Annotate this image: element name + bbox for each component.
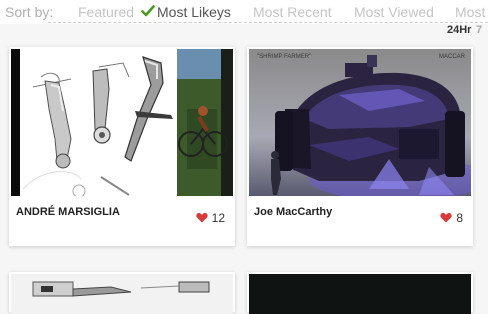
artist-name[interactable]: Joe MacCarthy [254, 206, 332, 218]
sort-option-most[interactable]: Most [455, 4, 485, 20]
time-filter-24hr[interactable]: 24Hr [447, 24, 471, 36]
time-filter-7[interactable]: 7 [476, 24, 482, 36]
like-count[interactable]: 12 [196, 211, 225, 225]
mechanical-sketch-illustration[interactable] [11, 274, 233, 314]
heart-icon [440, 213, 452, 223]
sort-bar: Sort by: Featured Most Likeys Most Recen… [0, 0, 488, 24]
check-icon [141, 5, 155, 17]
sort-label: Sort by: [5, 4, 54, 20]
like-count-value: 12 [211, 211, 225, 225]
time-filter: 24Hr 7 [447, 24, 488, 40]
sort-option-most-likeys[interactable]: Most Likeys [157, 4, 231, 20]
like-count[interactable]: 8 [440, 211, 463, 225]
robot-vehicle-illustration[interactable]: "SHRIMP FARMER" MACCAR [249, 49, 471, 196]
bike-parts-illustration[interactable] [11, 49, 233, 196]
sort-divider [48, 22, 488, 23]
image-caption-right: MACCAR [439, 54, 466, 60]
artwork-card[interactable] [9, 272, 235, 314]
sort-option-featured[interactable]: Featured [78, 4, 134, 20]
sort-option-most-recent[interactable]: Most Recent [253, 4, 332, 20]
artwork-card[interactable]: "SHRIMP FARMER" MACCAR Joe MacCarthy 8 [247, 47, 473, 246]
artwork-card[interactable]: ANDRÉ MARSIGLIA 12 [9, 47, 235, 246]
like-count-value: 8 [456, 211, 463, 225]
artwork-card[interactable] [247, 272, 473, 314]
sort-option-most-viewed[interactable]: Most Viewed [354, 4, 434, 20]
image-caption-left: "SHRIMP FARMER" [257, 54, 311, 60]
heart-icon [196, 213, 208, 223]
artist-name[interactable]: ANDRÉ MARSIGLIA [16, 206, 120, 218]
dark-artwork[interactable] [249, 274, 471, 314]
